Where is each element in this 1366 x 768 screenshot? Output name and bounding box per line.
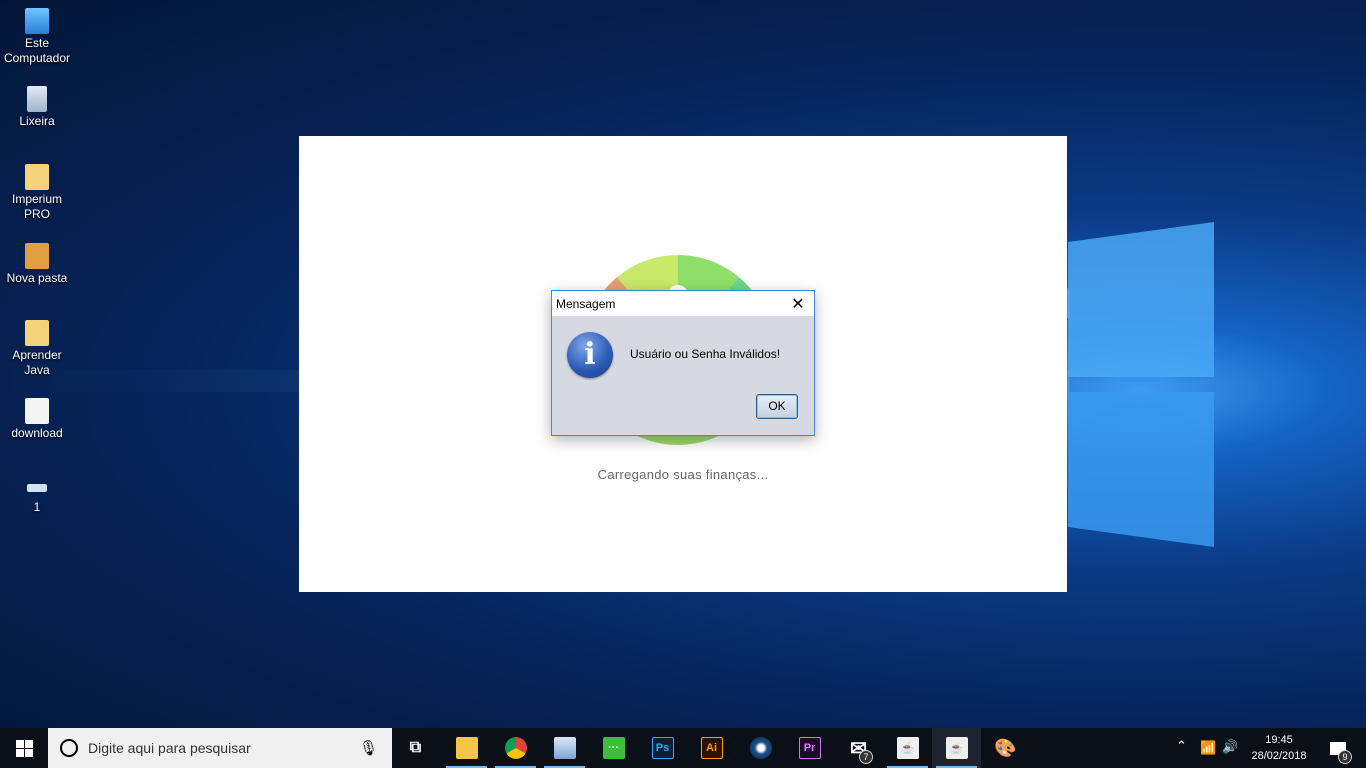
wifi-icon[interactable]: 📶 [1200, 740, 1216, 756]
date: 28/02/2018 [1251, 750, 1307, 762]
desktop-icon-1[interactable]: 1 [0, 484, 74, 515]
taskbar-java-1[interactable]: ☕ [883, 728, 932, 768]
taskbar-premiere[interactable]: Pr [785, 728, 834, 768]
info-icon: i [567, 332, 613, 378]
dialog-titlebar[interactable]: Mensagem [552, 291, 814, 316]
desktop-icon-aprender-java[interactable]: Aprender Java [0, 320, 74, 378]
mail-badge: 7 [859, 750, 873, 764]
green-app-icon: ··· [602, 737, 625, 759]
photoshop-icon: Ps [651, 737, 674, 759]
folder-icon [25, 243, 49, 269]
close-button[interactable]: ✕ [788, 294, 808, 314]
show-hidden-icons-chevron-icon[interactable]: ⌃ [1176, 738, 1187, 754]
folder-icon [25, 164, 49, 190]
desktop-icon-imperium[interactable]: Imperium PRO [0, 164, 74, 222]
search-box[interactable]: Digite aqui para pesquisar 🎙 [48, 728, 392, 768]
message-dialog: Mensagem ✕ i Usuário ou Senha Inválidos!… [551, 290, 815, 436]
taskbar: Digite aqui para pesquisar 🎙 ⧉ ··· Ps Ai… [0, 728, 1366, 768]
task-view-icon: ⧉ [409, 739, 422, 756]
usb-drive-icon [27, 484, 47, 492]
taskbar-mail[interactable]: ✉ 7 [834, 728, 883, 768]
desktop-icon-download[interactable]: download [0, 398, 74, 441]
windows-icon [15, 739, 33, 757]
file-icon [25, 398, 49, 424]
taskbar-paint[interactable]: 🎨 [981, 728, 1030, 768]
start-button[interactable] [0, 728, 48, 768]
time: 19:45 [1265, 734, 1293, 746]
folder-icon [455, 737, 478, 759]
action-center-button[interactable]: 9 [1318, 728, 1358, 768]
steam-icon [749, 737, 772, 759]
taskbar-java-2[interactable]: ☕ [932, 728, 981, 768]
paint-icon: 🎨 [994, 737, 1017, 758]
computer-icon [25, 8, 49, 34]
dialog-message: Usuário ou Senha Inválidos! [630, 347, 781, 361]
java-icon: ☕ [896, 737, 919, 759]
taskbar-illustrator[interactable]: Ai [687, 728, 736, 768]
microphone-icon[interactable]: 🎙 [359, 739, 378, 757]
windows-wallpaper-logo [1068, 222, 1214, 547]
illustrator-icon: Ai [700, 737, 723, 759]
taskbar-steam[interactable] [736, 728, 785, 768]
taskbar-photoshop[interactable]: Ps [638, 728, 687, 768]
virtualbox-icon [553, 737, 576, 759]
java-icon: ☕ [945, 737, 968, 759]
clock[interactable]: 19:45 28/02/2018 [1244, 732, 1314, 764]
task-view-button[interactable]: ⧉ [391, 728, 440, 768]
desktop-icon-nova-pasta[interactable]: Nova pasta [0, 243, 74, 286]
taskbar-virtualbox[interactable] [540, 728, 589, 768]
taskbar-file-explorer[interactable] [442, 728, 491, 768]
notification-badge: 9 [1338, 750, 1352, 764]
volume-icon[interactable]: 🔊 [1222, 739, 1238, 755]
folder-icon [25, 320, 49, 346]
chrome-icon [504, 737, 527, 759]
taskbar-chrome[interactable] [491, 728, 540, 768]
desktop-icon-computer[interactable]: Este Computador [0, 8, 74, 66]
dialog-title: Mensagem [556, 296, 616, 311]
ok-button[interactable]: OK [756, 394, 798, 419]
cortana-icon [60, 739, 78, 757]
premiere-icon: Pr [798, 737, 821, 759]
recycle-bin-icon [27, 86, 47, 112]
search-placeholder: Digite aqui para pesquisar [88, 740, 251, 756]
desktop-icon-recycle-bin[interactable]: Lixeira [0, 86, 74, 129]
loading-text: Carregando suas finanças... [597, 467, 769, 482]
taskbar-green-app[interactable]: ··· [589, 728, 638, 768]
